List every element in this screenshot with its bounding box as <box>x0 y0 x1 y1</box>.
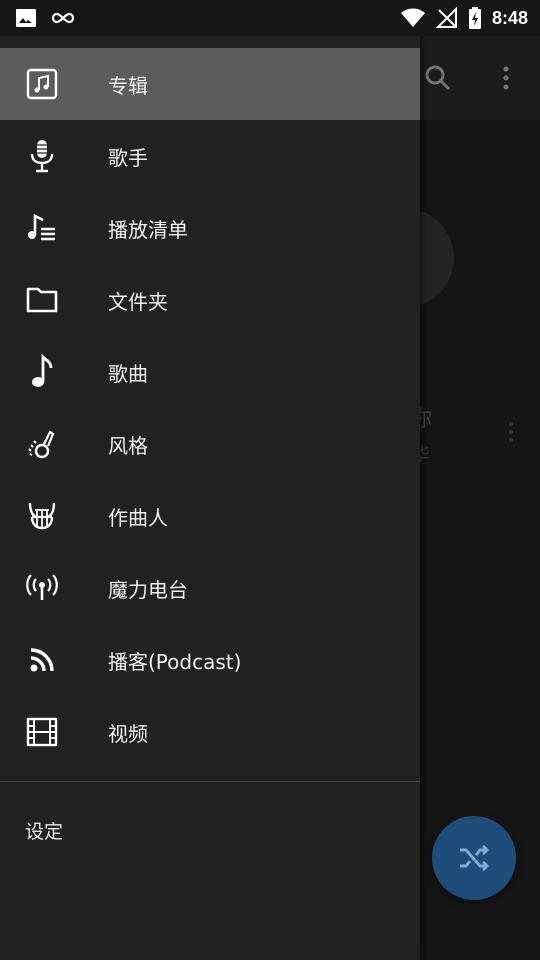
settings-label: 设定 <box>25 821 64 843</box>
drawer-item-genres[interactable]: 风格 <box>0 408 420 480</box>
genre-icon <box>24 426 60 462</box>
settings-button[interactable]: 设定 <box>0 795 420 867</box>
no-signal-icon <box>435 6 458 30</box>
drawer-item-folders[interactable]: 文件夹 <box>0 264 420 336</box>
folder-icon <box>24 282 60 318</box>
music-note-icon <box>24 354 60 390</box>
drawer-item-playlists[interactable]: 播放清单 <box>0 192 420 264</box>
microphone-icon <box>24 138 60 174</box>
drawer-item-label: 歌曲 <box>108 361 148 386</box>
navigation-drawer: 专辑 歌手 播放清单 文件夹 歌曲 风格 作曲人 魔力电台 播客(Podcast… <box>0 36 420 960</box>
drawer-item-albums[interactable]: 专辑 <box>0 48 420 120</box>
status-bar: 8:48 <box>0 0 540 36</box>
wifi-icon <box>400 6 426 30</box>
drawer-divider <box>0 781 420 782</box>
drawer-item-label: 专辑 <box>108 73 148 98</box>
drawer-item-label: 播客(Podcast) <box>108 649 242 674</box>
drawer-item-videos[interactable]: 视频 <box>0 696 420 768</box>
playlist-icon <box>24 210 60 246</box>
film-icon <box>24 714 60 750</box>
rss-icon <box>24 642 60 678</box>
battery-charging-icon <box>468 6 482 30</box>
shuffle-fab-button[interactable] <box>432 816 516 900</box>
drawer-item-podcast[interactable]: 播客(Podcast) <box>0 624 420 696</box>
drawer-item-label: 文件夹 <box>108 289 168 314</box>
album-icon <box>24 66 60 102</box>
drawer-item-label: 风格 <box>108 433 148 458</box>
radio-icon <box>24 570 60 606</box>
drawer-item-label: 作曲人 <box>108 505 168 530</box>
drawer-item-label: 视频 <box>108 721 148 746</box>
clock-time: 8:48 <box>491 7 528 28</box>
drawer-item-artists[interactable]: 歌手 <box>0 120 420 192</box>
drawer-item-radio[interactable]: 魔力电台 <box>0 552 420 624</box>
drawer-item-composers[interactable]: 作曲人 <box>0 480 420 552</box>
screen: 8:48 你 华 专辑 歌手 播放清单 文件夹 歌曲 风格 作曲人 魔力电台 播… <box>0 0 540 960</box>
shuffle-icon <box>456 840 492 876</box>
drawer-item-songs[interactable]: 歌曲 <box>0 336 420 408</box>
infinity-icon <box>50 6 76 30</box>
drawer-item-label: 播放清单 <box>108 217 188 242</box>
image-icon <box>14 6 38 30</box>
lyre-icon <box>24 498 60 534</box>
drawer-item-label: 魔力电台 <box>108 577 188 602</box>
drawer-item-label: 歌手 <box>108 145 148 170</box>
